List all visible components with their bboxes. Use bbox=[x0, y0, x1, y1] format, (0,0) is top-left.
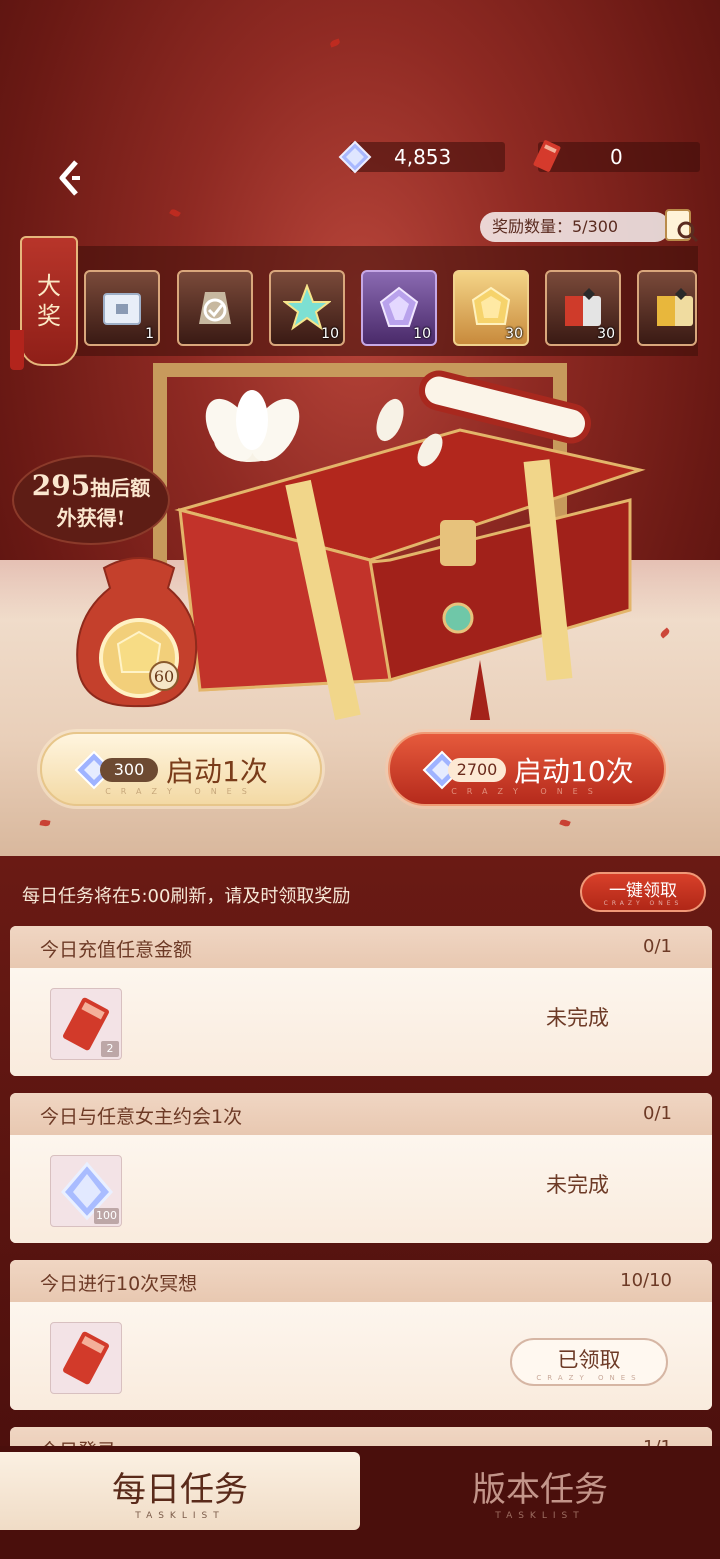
prize-qty: 10 bbox=[321, 326, 339, 342]
draw-ten-cost: 2700 bbox=[448, 758, 506, 782]
reward-preview-icon[interactable] bbox=[662, 206, 700, 244]
task-body: 2 未完成 bbox=[10, 968, 712, 1076]
task-progress: 10/10 bbox=[620, 1270, 672, 1291]
prize-item[interactable] bbox=[177, 270, 253, 346]
bonus-bubble: 295抽后额 外获得! bbox=[12, 455, 170, 545]
tab-daily-tasks[interactable]: 每日任务 TASKLIST bbox=[0, 1452, 360, 1530]
task-reward-item[interactable]: 100 bbox=[50, 1155, 122, 1227]
task-status: 未完成 bbox=[546, 1173, 609, 1197]
draw-once-button[interactable]: 300 启动1次 CRAZY ONES bbox=[40, 732, 322, 806]
prize-qty: 30 bbox=[597, 326, 615, 342]
draw-once-cost: 300 bbox=[100, 758, 158, 782]
draw-once-sub: CRAZY ONES bbox=[105, 787, 257, 796]
tab-daily-label: 每日任务 bbox=[112, 1470, 248, 1510]
task-reward-qty: 100 bbox=[94, 1208, 119, 1224]
tassel-decoration bbox=[10, 330, 24, 370]
dress-outfit-icon bbox=[199, 292, 231, 324]
back-arrow-icon bbox=[59, 160, 80, 196]
task-body: 100 未完成 bbox=[10, 1135, 712, 1243]
task-card: 今日充值任意金额 0/1 2 未完成 bbox=[10, 926, 712, 1076]
task-progress: 0/1 bbox=[643, 1103, 672, 1124]
diamond-balance-value: 4,853 bbox=[394, 145, 452, 169]
white-chest-icon bbox=[103, 293, 141, 325]
ticket-balance-value: 0 bbox=[610, 145, 623, 169]
task-reward-item[interactable]: 2 bbox=[50, 988, 122, 1060]
draw-ten-sub: CRAZY ONES bbox=[451, 787, 603, 796]
claimed-sub: CRAZY ONES bbox=[536, 1374, 642, 1382]
bonus-line2: 外获得! bbox=[56, 506, 126, 530]
draw-once-label: 启动1次 bbox=[166, 755, 268, 788]
task-reward-qty: 2 bbox=[101, 1041, 119, 1057]
grand-prize-tag-char: 奖 bbox=[37, 302, 61, 330]
ticket-icon bbox=[533, 140, 561, 172]
task-status: 未完成 bbox=[546, 1006, 609, 1030]
gift-chest-illustration bbox=[153, 363, 646, 721]
diamond-icon bbox=[338, 140, 372, 174]
back-button[interactable] bbox=[50, 158, 90, 198]
claim-all-label: 一键领取 bbox=[609, 881, 677, 901]
prize-item[interactable]: 30 bbox=[453, 270, 529, 346]
ticket-balance-bar: 0 bbox=[533, 140, 700, 172]
red-puzzle-chest-icon bbox=[565, 288, 601, 326]
reward-count-label: 奖励数量：5/300 bbox=[480, 212, 670, 242]
petal-decoration bbox=[169, 207, 181, 219]
prize-qty: 30 bbox=[505, 326, 523, 342]
diamond-balance-bar: 4,853 bbox=[338, 140, 505, 174]
task-title: 今日进行10次冥想 bbox=[40, 1273, 198, 1295]
bag-qty: 60 bbox=[154, 667, 174, 686]
gold-gem-icon bbox=[471, 286, 511, 325]
task-reward-item[interactable] bbox=[50, 1322, 122, 1394]
tab-version-tasks[interactable]: 版本任务 TASKLIST bbox=[360, 1452, 720, 1530]
prize-qty: 1 bbox=[145, 326, 154, 342]
lucky-bag-illustration: 60 bbox=[76, 557, 198, 708]
task-body: 已领取 CRAZY ONES bbox=[10, 1302, 712, 1410]
bonus-line1-text: 抽后额 bbox=[90, 476, 151, 500]
task-progress: 0/1 bbox=[643, 936, 672, 957]
rainbow-star-icon bbox=[283, 284, 331, 331]
prize-item[interactable]: 10 bbox=[269, 270, 345, 346]
task-header: 今日充值任意金额 0/1 bbox=[10, 926, 712, 968]
bonus-draw-count: 295 bbox=[31, 469, 91, 502]
tab-version-sub: TASKLIST bbox=[495, 1511, 585, 1521]
prize-item[interactable] bbox=[637, 270, 697, 346]
claim-all-button[interactable]: 一键领取 CRAZY ONES bbox=[580, 872, 706, 912]
ticket-icon bbox=[63, 1331, 109, 1385]
task-card: 今日进行10次冥想 10/10 已领取 CRAZY ONES bbox=[10, 1260, 712, 1410]
task-card: 今日与任意女主约会1次 0/1 100 未完成 bbox=[10, 1093, 712, 1243]
prize-item[interactable]: 30 bbox=[545, 270, 621, 346]
prize-item[interactable]: 10 bbox=[361, 270, 437, 346]
tab-version-label: 版本任务 bbox=[472, 1470, 608, 1510]
task-header: 今日进行10次冥想 10/10 bbox=[10, 1260, 712, 1302]
prize-qty: 10 bbox=[413, 326, 431, 342]
task-header: 今日与任意女主约会1次 0/1 bbox=[10, 1093, 712, 1135]
prize-item[interactable]: 1 bbox=[84, 270, 160, 346]
bonus-line1: 295抽后额 bbox=[14, 469, 168, 502]
claimed-label: 已领取 bbox=[557, 1348, 621, 1372]
gold-puzzle-chest-icon bbox=[657, 288, 693, 326]
claim-all-sub: CRAZY ONES bbox=[603, 900, 683, 907]
grand-prize-tag-char: 大 bbox=[37, 272, 61, 300]
draw-ten-label: 启动10次 bbox=[514, 755, 634, 788]
task-title: 今日充值任意金额 bbox=[40, 939, 193, 961]
claimed-button[interactable]: 已领取 CRAZY ONES bbox=[510, 1338, 668, 1386]
petal-decoration bbox=[329, 38, 341, 48]
refresh-notice: 每日任务将在5:00刷新，请及时领取奖励 bbox=[22, 886, 351, 907]
grand-prize-tag: 大 奖 bbox=[20, 236, 78, 366]
draw-ten-button[interactable]: 2700 启动10次 CRAZY ONES bbox=[388, 732, 666, 806]
tab-daily-sub: TASKLIST bbox=[135, 1511, 225, 1521]
purple-crystal-icon bbox=[379, 286, 419, 327]
task-title: 今日与任意女主约会1次 bbox=[40, 1106, 243, 1128]
